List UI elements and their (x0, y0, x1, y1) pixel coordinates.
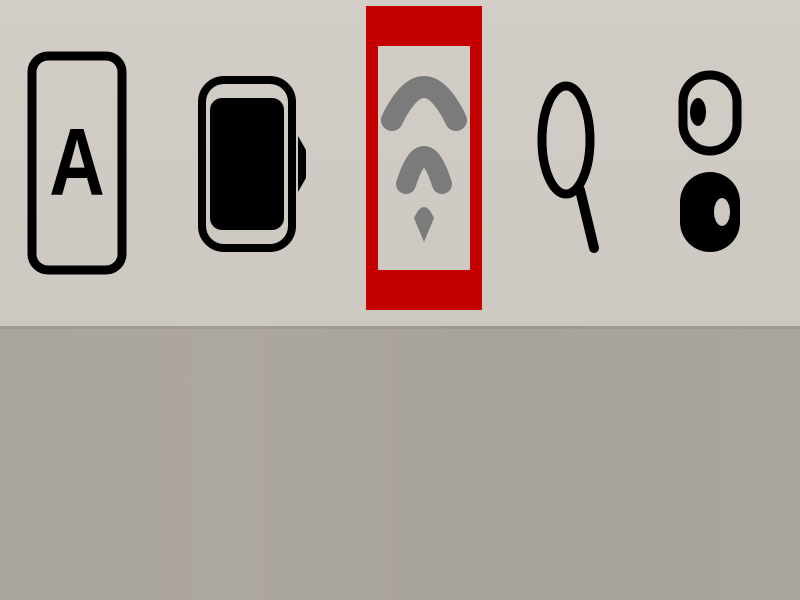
control-center[interactable] (678, 70, 742, 256)
screen: A (0, 0, 800, 600)
battery-level-fill (210, 98, 284, 230)
spotlight-search[interactable] (536, 76, 606, 258)
spotlight-search-icon (537, 81, 599, 253)
desktop-background (0, 326, 800, 600)
input-source-label: A (49, 109, 105, 216)
battery-status[interactable] (196, 74, 314, 254)
battery-terminal (298, 136, 306, 192)
toggle-bottom (680, 172, 740, 252)
wifi-menu[interactable] (366, 6, 482, 310)
menu-bar: A (0, 0, 800, 326)
wifi-dot (414, 207, 434, 242)
battery-icon (198, 76, 306, 252)
toggle-bottom-knob (714, 198, 730, 226)
control-center-icon (678, 70, 742, 252)
input-source-menu[interactable]: A (24, 48, 130, 278)
wifi-arc-outer (381, 76, 467, 131)
wifi-arc-middle (396, 146, 452, 194)
wifi-icon (381, 76, 467, 242)
toggle-top-knob (690, 98, 706, 126)
